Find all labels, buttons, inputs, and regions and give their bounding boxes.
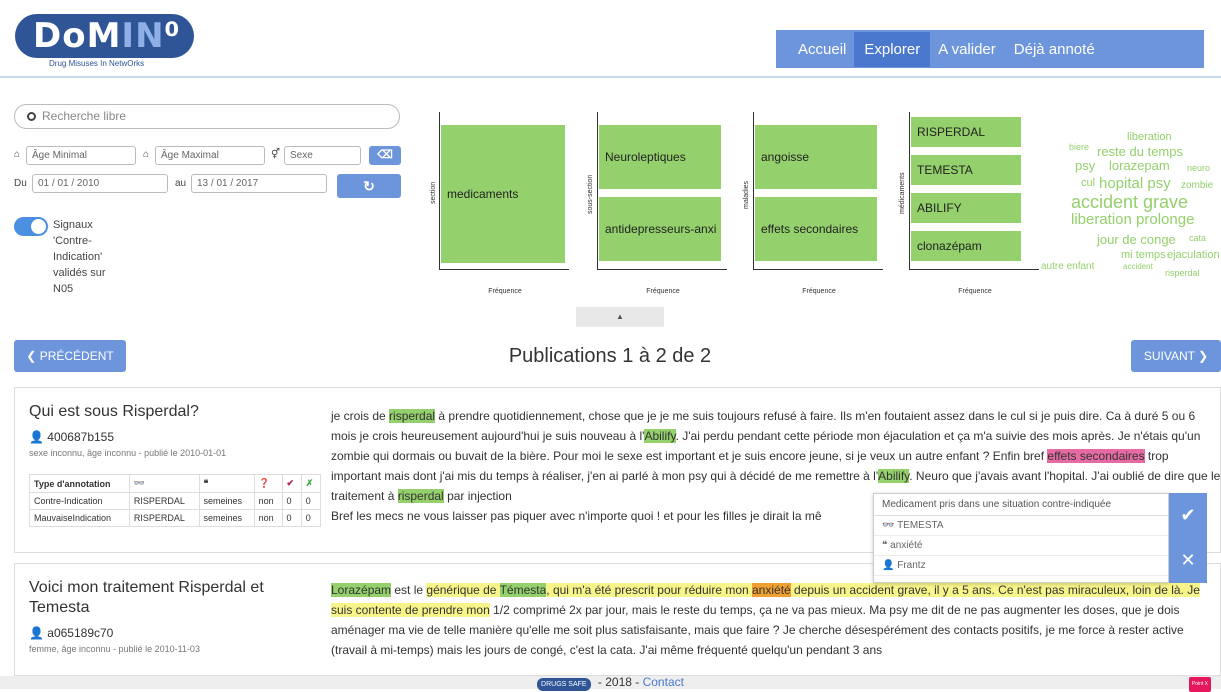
next-button[interactable]: SUIVANT ❯ xyxy=(1131,340,1221,372)
table-row: MauvaiseIndication RISPERDAL semeines non 0 0 xyxy=(29,509,322,527)
date-from-label: Du xyxy=(14,178,27,189)
chart-maladies: angoisse effets secondaires Fréquence xyxy=(753,112,883,295)
signal-label: Signaux 'Contre-Indication' validés sur … xyxy=(53,219,106,295)
date-to-label: au xyxy=(175,178,187,189)
nav-accueil[interactable]: Accueil xyxy=(798,32,846,67)
popup-header: Medicament pris dans une situation contr… xyxy=(874,494,1168,516)
cloud-word[interactable]: lorazepam xyxy=(1109,158,1170,173)
age-max-input[interactable]: Âge Maximal xyxy=(155,146,265,165)
bar-abilify[interactable]: ABILIFY xyxy=(910,192,1022,224)
chart-sous-section: Neuroleptiques antidepresseurs-anxi Fréq… xyxy=(597,112,727,295)
cloud-word[interactable]: autre enfant xyxy=(1041,261,1094,272)
search-icon xyxy=(27,112,36,121)
contact-link[interactable]: Contact xyxy=(643,675,684,689)
cross-icon: ✗ xyxy=(300,474,322,493)
word-cloud: liberation biere reste du temps psy lora… xyxy=(1037,125,1220,295)
cloud-word[interactable]: psy xyxy=(1075,158,1095,173)
reject-button[interactable]: ✕ xyxy=(1169,538,1207,583)
publications-title: Publications 1 à 2 de 2 xyxy=(508,345,712,367)
nav-deja-annote[interactable]: Déjà annoté xyxy=(1014,32,1095,67)
clear-filters-button[interactable]: ⌫ xyxy=(369,146,401,165)
post-meta: sexe inconnu, âge inconnu - publié le 20… xyxy=(29,448,227,458)
annotation-popup: Medicament pris dans une situation contr… xyxy=(873,493,1169,583)
bar-angoisse[interactable]: angoisse xyxy=(754,124,878,190)
question-icon: ❓ xyxy=(253,474,283,493)
drugs-safe-badge: DRUGS SAFE xyxy=(537,678,591,691)
date-to-input[interactable]: 13 / 01 / 2017 xyxy=(191,174,327,193)
chart-ylabel: sous-section xyxy=(587,174,594,214)
chart-xlabel: Fréquence xyxy=(646,288,680,295)
popup-context: ❝ anxiété xyxy=(874,536,1168,556)
cloud-word[interactable]: neuro xyxy=(1187,163,1210,173)
cloud-word[interactable]: liberation xyxy=(1127,131,1172,143)
check-icon: ✔ xyxy=(281,474,302,493)
age-max-icon: ⌂ xyxy=(143,149,150,160)
user-icon: 👤 xyxy=(882,560,895,571)
chart-section: medicaments Fréquence xyxy=(439,112,569,295)
bar-neuroleptiques[interactable]: Neuroleptiques xyxy=(598,124,722,190)
chart-xlabel: Fréquence xyxy=(802,288,836,295)
top-bar: DoMIN⁰ Drug Misuses In NetwOrks Accueil … xyxy=(0,0,1221,78)
signal-toggle[interactable] xyxy=(14,217,48,236)
glasses-icon: 👓 xyxy=(882,520,895,531)
search-input[interactable]: Recherche libre xyxy=(14,104,400,129)
cloud-word[interactable]: risperdal xyxy=(1165,268,1200,278)
accept-button[interactable]: ✔ xyxy=(1169,493,1207,538)
bar-antidepresseurs[interactable]: antidepresseurs-anxi xyxy=(598,196,722,262)
post-title: Qui est sous Risperdal? xyxy=(29,403,199,420)
cloud-word[interactable]: cul xyxy=(1081,177,1095,189)
popup-drug: 👓 TEMESTA xyxy=(874,516,1168,536)
table-row: Contre-Indication RISPERDAL semeines non 0 0 xyxy=(29,492,322,510)
date-from-input[interactable]: 01 / 01 / 2010 xyxy=(32,174,168,193)
collapse-charts-button[interactable]: ▲ xyxy=(576,307,664,327)
chart-ylabel: section xyxy=(430,181,437,204)
post-meta: femme, âge inconnu - publié le 2010-11-0… xyxy=(29,644,200,654)
nav-explorer[interactable]: Explorer xyxy=(854,31,931,67)
quote-icon: ❝ xyxy=(198,474,255,493)
partner-badge: Point X xyxy=(1188,677,1211,692)
chart-xlabel: Fréquence xyxy=(958,288,992,295)
cloud-word[interactable]: accident xyxy=(1123,262,1153,271)
logo-subtitle: Drug Misuses In NetwOrks xyxy=(49,59,145,68)
footer: DRUGS SAFE - 2018 - Contact Point X xyxy=(0,675,1221,692)
cloud-word[interactable]: biere xyxy=(1069,142,1089,152)
age-icon: ⌂ xyxy=(14,149,21,160)
cloud-word[interactable]: cata xyxy=(1189,233,1206,243)
chart-medicaments: RISPERDAL TEMESTA ABILIFY clonazépam Fré… xyxy=(909,112,1039,295)
bar-effets-secondaires[interactable]: effets secondaires xyxy=(754,196,878,262)
cloud-word[interactable]: hopital psy xyxy=(1099,175,1171,192)
cloud-word[interactable]: liberation prolonge xyxy=(1071,211,1194,228)
quote-icon: ❝ xyxy=(882,540,888,551)
post-user: 👤 400687b155 xyxy=(29,430,115,444)
cloud-word[interactable]: ejaculation xyxy=(1167,249,1220,261)
post-user: 👤 a065189c70 xyxy=(29,626,114,640)
cloud-word[interactable]: mi temps xyxy=(1121,249,1166,261)
main-nav: Accueil Explorer A valider Déjà annoté xyxy=(776,30,1204,68)
post-title: Voici mon traitement Risperdal et Temest… xyxy=(29,579,264,616)
post-body: Lorazépam est le générique de Témesta, q… xyxy=(331,583,1200,657)
bar-clonazepam[interactable]: clonazépam xyxy=(910,230,1022,262)
previous-button[interactable]: ❮ PRÉCÉDENT xyxy=(14,340,126,372)
refresh-button[interactable]: ↻ xyxy=(337,174,401,198)
annotation-table: Type d'annotation 👓 ❝ ❓ ✔ ✗ Contre-Indication… xyxy=(29,474,322,527)
charts-panel: medicaments Fréquence section Neurolepti… xyxy=(427,104,1039,317)
logo[interactable]: DoMIN⁰ Drug Misuses In NetwOrks xyxy=(15,14,195,68)
cloud-word[interactable]: reste du temps xyxy=(1097,144,1183,159)
bar-medicaments[interactable]: medicaments xyxy=(440,124,566,264)
cloud-word[interactable]: jour de conge xyxy=(1097,232,1176,247)
chart-xlabel: Fréquence xyxy=(488,288,522,295)
sex-select[interactable]: Sexe xyxy=(284,146,361,165)
glasses-icon: 👓 xyxy=(128,474,200,493)
cloud-word[interactable]: accident grave xyxy=(1071,192,1188,213)
bar-temesta[interactable]: TEMESTA xyxy=(910,154,1022,186)
gender-icon: ⚥ xyxy=(271,149,281,160)
chart-ylabel: médicaments xyxy=(899,172,906,214)
bar-risperdal[interactable]: RISPERDAL xyxy=(910,116,1022,148)
nav-a-valider[interactable]: A valider xyxy=(938,32,996,67)
age-min-input[interactable]: Âge Minimal xyxy=(26,146,136,165)
cloud-word[interactable]: zombie xyxy=(1181,180,1213,191)
popup-person: 👤 Frantz xyxy=(874,556,1168,576)
chart-ylabel: maladies xyxy=(743,180,750,209)
